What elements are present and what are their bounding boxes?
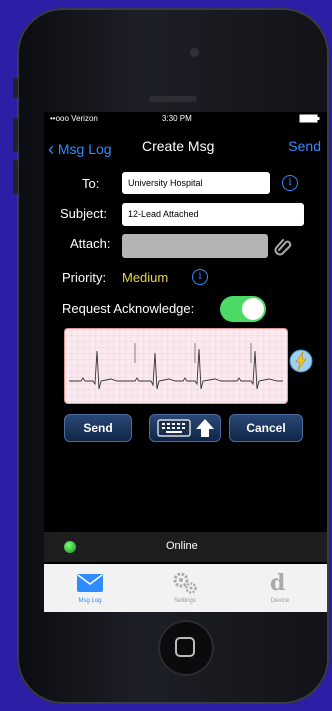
status-bar: ••ooo Verizon 3:30 PM	[44, 112, 327, 126]
request-ack-label: Request Acknowledge:	[62, 301, 195, 316]
envelope-icon	[77, 574, 103, 597]
ecg-attachment-preview	[64, 328, 288, 404]
home-button[interactable]	[158, 620, 214, 676]
tab-msg-log[interactable]: Msg Log	[50, 568, 130, 610]
mute-switch	[13, 78, 18, 98]
back-button[interactable]: ‹ Msg Log	[48, 138, 112, 159]
battery-icon	[299, 114, 321, 125]
tab-settings[interactable]: Settings	[145, 568, 225, 610]
front-camera	[190, 48, 199, 57]
to-label: To:	[82, 176, 100, 191]
tab-device[interactable]: d Device	[240, 568, 320, 610]
cancel-button[interactable]: Cancel	[229, 414, 303, 442]
subject-field[interactable]: 12-Lead Attached	[122, 203, 304, 226]
subject-label: Subject:	[60, 206, 107, 221]
priority-label: Priority:	[62, 270, 107, 285]
attach-label: Attach:	[70, 236, 111, 251]
keyboard-toggle-button[interactable]	[149, 414, 221, 442]
toggle-knob	[242, 298, 264, 320]
tab-label: Device	[270, 598, 290, 604]
home-square-icon	[175, 637, 195, 657]
back-label: Msg Log	[57, 141, 112, 157]
gear-icon	[171, 571, 199, 600]
volume-up-button	[13, 118, 18, 152]
clock: 3:30 PM	[162, 114, 192, 123]
volume-down-button	[13, 160, 18, 194]
tab-bar: Msg Log Settings d Device	[44, 564, 327, 612]
tab-label: Settings	[174, 598, 196, 604]
chevron-left-icon: ‹	[48, 139, 54, 159]
to-info-icon[interactable]: i	[282, 175, 298, 191]
request-ack-toggle[interactable]	[220, 296, 266, 322]
paperclip-icon[interactable]	[273, 236, 295, 263]
send-button[interactable]: Send	[64, 414, 132, 442]
attach-field[interactable]	[122, 234, 268, 258]
carrier-label: ••ooo Verizon	[50, 114, 98, 123]
priority-info-icon[interactable]: i	[192, 269, 208, 285]
online-indicator-icon	[64, 541, 76, 553]
page-title: Create Msg	[142, 138, 215, 154]
device-icon: d	[270, 570, 286, 596]
nav-send-button[interactable]: Send	[288, 138, 321, 154]
to-field[interactable]: University Hospital	[122, 172, 270, 194]
keyboard-icon	[157, 419, 191, 442]
connection-status-text: Online	[166, 540, 198, 552]
earpiece-speaker	[149, 96, 197, 102]
lightning-icon[interactable]	[288, 348, 314, 379]
navigation-bar: ‹ Msg Log Create Msg Send	[44, 128, 327, 162]
arrow-up-icon	[195, 418, 215, 443]
screen: ••ooo Verizon 3:30 PM ‹ Msg Log Create M…	[44, 112, 327, 612]
priority-value[interactable]: Medium	[122, 270, 168, 285]
tab-label: Msg Log	[78, 598, 102, 604]
ecg-waveform	[65, 329, 287, 403]
connection-status-bar: Online	[44, 532, 327, 562]
